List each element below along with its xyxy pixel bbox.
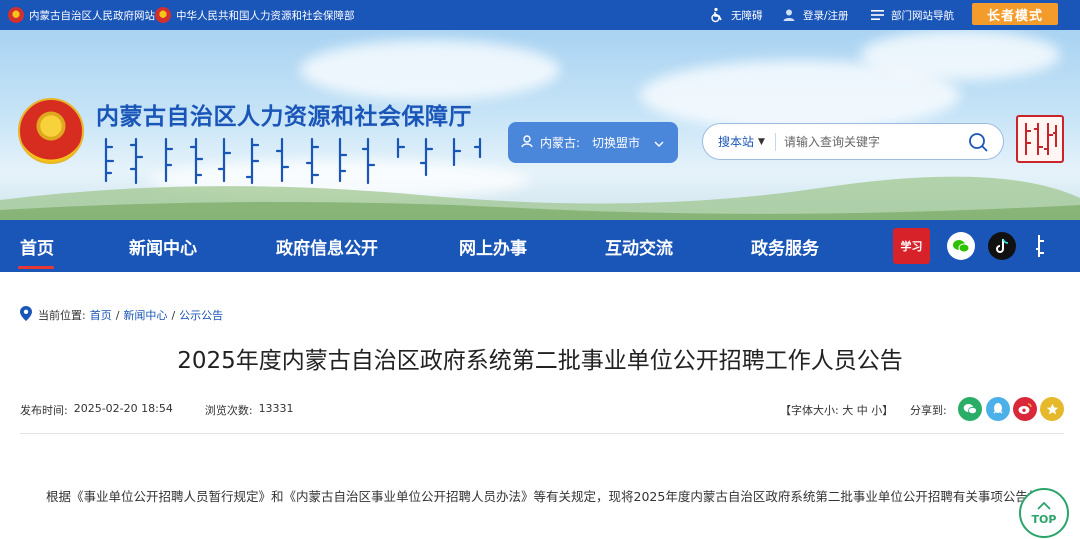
user-icon (780, 6, 798, 24)
mongolian-seal-logo (1016, 115, 1064, 163)
nav-item-interaction[interactable]: 互动交流 (605, 220, 673, 272)
dept-nav-label[interactable]: 部门网站导航 (891, 8, 954, 23)
national-emblem-icon (18, 98, 84, 164)
gov-website-label[interactable]: 内蒙古自治区人民政府网站 (29, 8, 155, 23)
menu-icon (868, 6, 886, 24)
breadcrumb-separator: / (115, 308, 120, 322)
font-size-control[interactable]: 【字体大小: 大 中 小】 (780, 402, 893, 418)
share-label: 分享到: (910, 404, 947, 417)
views-count: 13331 (258, 402, 294, 415)
back-to-top-label: TOP (1031, 513, 1057, 526)
article-paragraph: 根据《事业单位公开招聘人员暂行规定》和《内蒙古自治区事业单位公开招聘人员办法》等… (46, 489, 1066, 504)
emblem-icon (155, 7, 171, 23)
breadcrumb-separator: / (171, 308, 176, 322)
nav-item-gov-services[interactable]: 政务服务 (751, 220, 819, 272)
wheelchair-icon (708, 6, 726, 24)
caret-down-icon: ▼ (758, 136, 765, 147)
chevron-up-icon (1037, 500, 1051, 513)
search-icon[interactable] (967, 131, 989, 153)
xuexi-label: 学习 (900, 240, 923, 253)
nav-active-indicator (18, 266, 54, 269)
nav-item-news[interactable]: 新闻中心 (129, 220, 197, 272)
login-label[interactable]: 登录/注册 (803, 8, 849, 23)
views-label: 浏览次数: (204, 404, 253, 417)
region-label: 内蒙古: (540, 136, 581, 150)
region-switch-label[interactable]: 切换盟市 (592, 134, 640, 151)
location-icon (520, 134, 534, 151)
login-link[interactable]: 登录/注册 (780, 0, 849, 30)
mongolian-script-title (104, 137, 482, 185)
share-wechat-icon[interactable] (958, 397, 982, 421)
nav-item-gov-info[interactable]: 政府信息公开 (276, 220, 378, 272)
breadcrumb-home-link[interactable]: 首页 (90, 307, 112, 323)
douyin-icon[interactable] (988, 232, 1016, 260)
search-box: 搜本站 ▼ (702, 123, 1004, 160)
breadcrumb-label: 当前位置: (38, 309, 86, 322)
region-switcher[interactable]: 内蒙古: 切换盟市 (508, 122, 678, 163)
chevron-down-icon (654, 136, 664, 150)
location-pin-icon (20, 306, 32, 324)
elder-mode-button[interactable]: 长者模式 (972, 3, 1058, 25)
emblem-icon (8, 7, 24, 23)
article-meta: 发布时间: 2025-02-20 18:54 浏览次数: 13331 (20, 402, 294, 418)
accessibility-link[interactable]: 无障碍 (708, 0, 763, 30)
accessibility-label[interactable]: 无障碍 (731, 8, 763, 23)
site-title: 内蒙古自治区人力资源和社会保障厅 (96, 104, 472, 130)
header-banner: 内蒙古自治区人力资源和社会保障厅 内蒙古: 切换盟市 搜本站 ▼ 请输入查询关键… (0, 30, 1080, 220)
breadcrumb: 当前位置: 首页 / 新闻中心 / 公示公告 (20, 306, 223, 324)
nav-item-home[interactable]: 首页 (20, 220, 54, 272)
back-to-top-button[interactable]: TOP (1019, 488, 1069, 538)
gov-website-link[interactable]: 内蒙古自治区人民政府网站 (8, 0, 155, 30)
wechat-icon[interactable] (947, 232, 975, 260)
top-bar: 内蒙古自治区人民政府网站 中华人民共和国人力资源和社会保障部 无障碍 登录/注册… (0, 0, 1080, 30)
breadcrumb-notices-link[interactable]: 公示公告 (179, 307, 223, 323)
breadcrumb-news-link[interactable]: 新闻中心 (123, 307, 167, 323)
search-input[interactable] (783, 134, 954, 149)
nav-item-online-services[interactable]: 网上办事 (459, 220, 527, 272)
publish-label: 发布时间: (20, 404, 68, 417)
meta-divider (20, 433, 1064, 434)
ministry-link[interactable]: 中华人民共和国人力资源和社会保障部 (155, 0, 355, 30)
publish-time: 2025-02-20 18:54 (73, 402, 173, 415)
share-favorite-icon[interactable] (1040, 397, 1064, 421)
article-title: 2025年度内蒙古自治区政府系统第二批事业单位公开招聘工作人员公告 (177, 348, 903, 374)
search-scope-label: 搜本站 (718, 135, 755, 149)
search-scope-select[interactable]: 搜本站 ▼ (703, 133, 765, 150)
xuexi-icon[interactable]: 学习 (893, 228, 930, 264)
share-qq-icon[interactable] (986, 397, 1010, 421)
main-nav: 首页 新闻中心 政府信息公开 网上办事 互动交流 政务服务 学习 (0, 220, 1080, 272)
mongolian-version-icon[interactable] (1030, 232, 1052, 260)
share-weibo-icon[interactable] (1013, 397, 1037, 421)
dept-nav-link[interactable]: 部门网站导航 (868, 0, 954, 30)
search-divider (774, 132, 776, 151)
ministry-label[interactable]: 中华人民共和国人力资源和社会保障部 (176, 8, 355, 23)
